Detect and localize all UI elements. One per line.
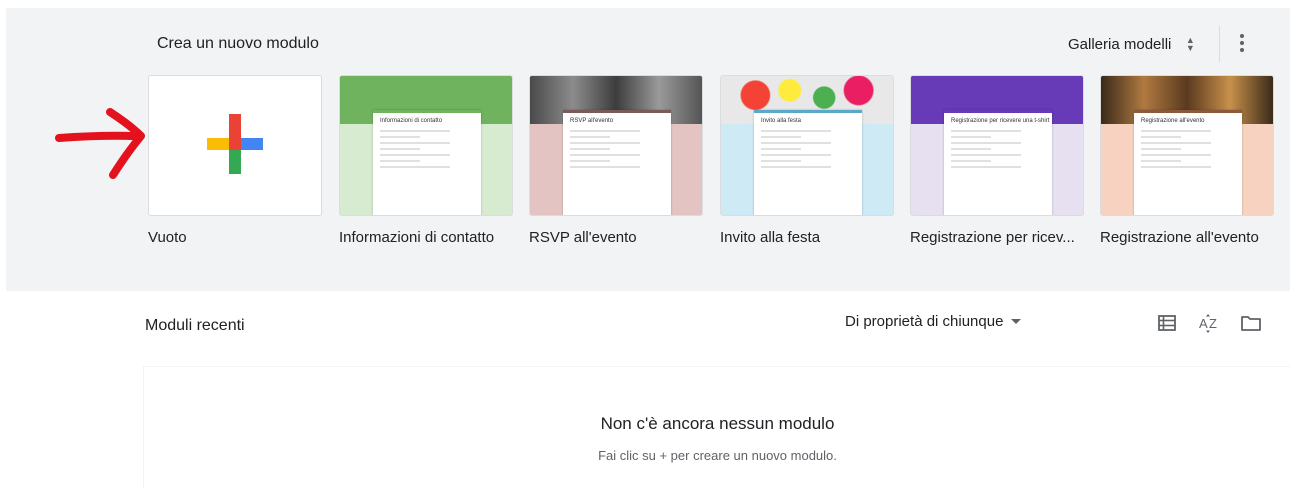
form-preview: Registrazione all'evento — [1134, 110, 1242, 215]
more-vert-icon — [1240, 34, 1244, 38]
template-label: Registrazione per ricev... — [910, 229, 1075, 246]
template-label: Informazioni di contatto — [339, 229, 495, 246]
template-event-registration[interactable]: Registrazione all'evento Registrazione a… — [1100, 75, 1274, 246]
template-thumbnail[interactable] — [148, 75, 322, 216]
sort-button[interactable]: A Z — [1197, 311, 1221, 335]
empty-state: Non c'è ancora nessun modulo Fai clic su… — [143, 366, 1290, 489]
list-view-button[interactable] — [1155, 311, 1179, 335]
form-preview-title: Invito alla festa — [761, 118, 802, 124]
divider — [1219, 26, 1220, 62]
owner-filter-dropdown[interactable]: Di proprietà di chiunque — [845, 313, 1022, 330]
form-preview: Informazioni di contatto — [373, 110, 481, 215]
template-label: Vuoto — [148, 229, 187, 246]
annotation-arrow-icon — [55, 108, 145, 179]
folder-icon — [1241, 316, 1261, 331]
empty-state-title: Non c'è ancora nessun modulo — [600, 414, 835, 433]
template-gallery-label: Galleria modelli — [1068, 35, 1172, 53]
empty-state-subtitle: Fai clic su + per creare un nuovo modulo… — [598, 448, 837, 463]
template-label: Registrazione all'evento — [1100, 229, 1259, 246]
owner-filter-label: Di proprietà di chiunque — [845, 313, 1004, 330]
template-thumbnail[interactable]: Informazioni di contatto — [339, 75, 513, 216]
template-party-invite[interactable]: Invito alla festa Invito alla festa — [720, 75, 894, 246]
template-rsvp[interactable]: RSVP all'evento RSVP all'evento — [529, 75, 703, 246]
form-preview-title: RSVP all'evento — [570, 118, 614, 124]
form-preview-title: Registrazione all'evento — [1141, 118, 1205, 124]
svg-text:Z: Z — [1209, 316, 1217, 331]
form-preview: RSVP all'evento — [563, 110, 671, 215]
template-thumbnail[interactable]: Registrazione all'evento — [1100, 75, 1274, 216]
template-blank[interactable]: Vuoto — [148, 75, 322, 246]
template-thumbnail[interactable]: RSVP all'evento — [529, 75, 703, 216]
folder-button[interactable] — [1239, 311, 1263, 335]
form-preview: Registrazione per ricevere una t-shirt — [944, 110, 1052, 215]
plus-icon — [207, 114, 263, 174]
more-options-button[interactable] — [1232, 30, 1252, 56]
form-preview-title: Registrazione per ricevere una t-shirt — [951, 118, 1050, 124]
caret-down-icon — [1011, 319, 1022, 324]
template-label: RSVP all'evento — [529, 229, 637, 246]
section-title: Crea un nuovo modulo — [157, 35, 319, 52]
sort-az-icon: A Z — [1199, 314, 1217, 333]
form-preview: Invito alla festa — [754, 110, 862, 215]
template-tshirt-signup[interactable]: Registrazione per ricevere una t-shirt R… — [910, 75, 1084, 246]
template-gallery-button[interactable]: Galleria modelli ▲ ▼ — [1068, 33, 1197, 55]
template-thumbnail[interactable]: Registrazione per ricevere una t-shirt — [910, 75, 1084, 216]
unfold-more-icon: ▲ ▼ — [1185, 35, 1195, 53]
list-view-icon — [1158, 315, 1176, 331]
recent-forms-title: Moduli recenti — [145, 317, 245, 334]
template-contact-info[interactable]: Informazioni di contatto Informazioni di… — [339, 75, 513, 246]
svg-text:A: A — [1199, 316, 1208, 331]
template-label: Invito alla festa — [720, 229, 821, 246]
form-preview-title: Informazioni di contatto — [380, 118, 443, 124]
template-thumbnail[interactable]: Invito alla festa — [720, 75, 894, 216]
